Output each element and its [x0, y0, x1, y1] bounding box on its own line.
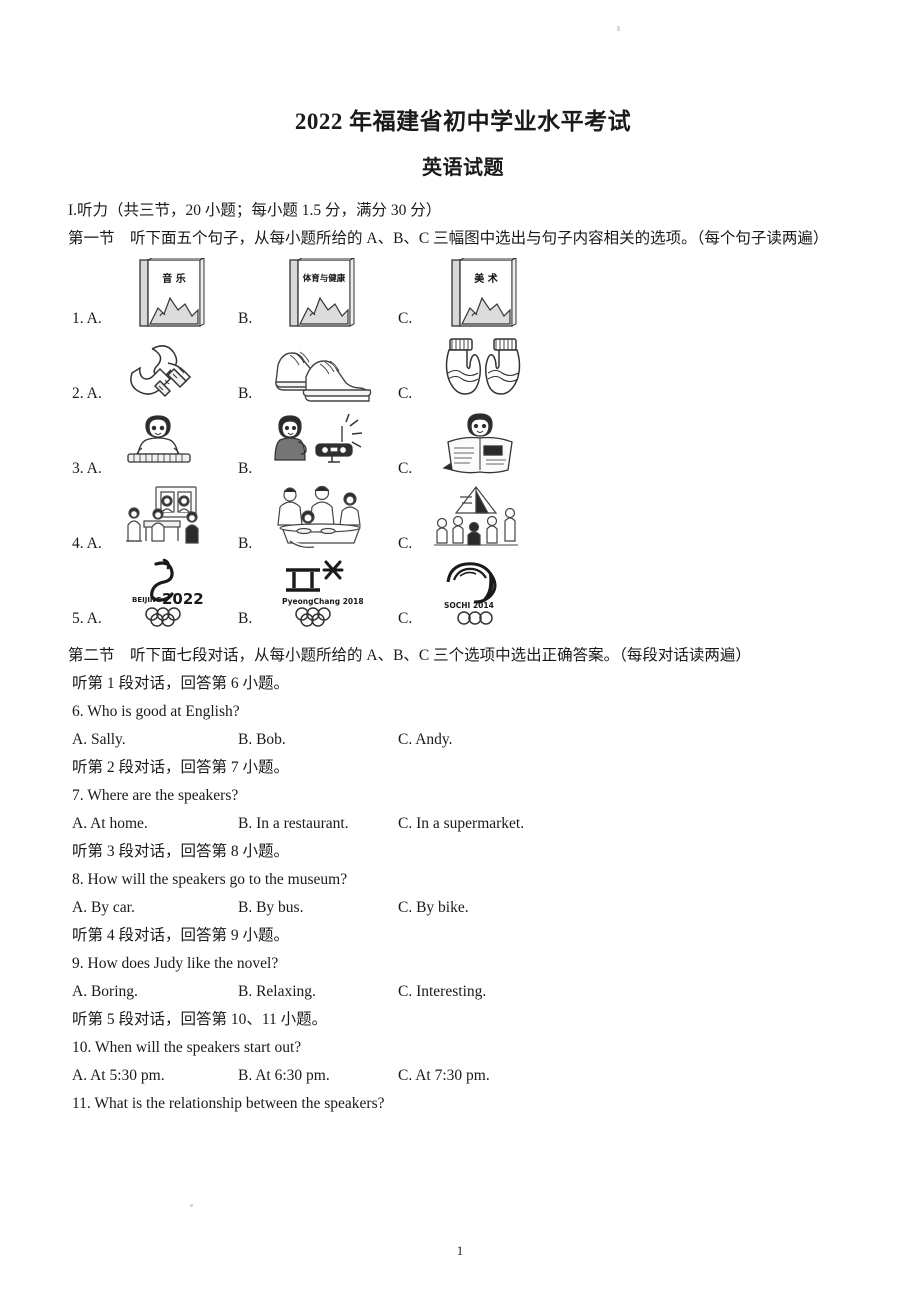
camping-image — [430, 483, 540, 555]
boy-playing-keyboard-image — [118, 408, 228, 480]
svg-text:体育与健康: 体育与健康 — [303, 273, 346, 284]
family-at-home-image — [118, 483, 228, 555]
option-label-4c: C. — [398, 534, 413, 552]
option-8c[interactable]: C. By bike. — [398, 894, 469, 922]
picture-question-2: 2. A. B. C. — [68, 330, 858, 405]
listen-lead-4: 听第 4 段对话，回答第 9 小题。 — [72, 926, 290, 944]
picture-question-5: 5. A. B. C. BEIJING 2022 PyeongChang 201… — [68, 555, 858, 630]
option-label-4a: 4. A. — [72, 534, 102, 552]
sneakers-image — [268, 333, 378, 405]
option-8b[interactable]: B. By bus. — [238, 894, 303, 922]
svg-text:PyeongChang 2018: PyeongChang 2018 — [282, 597, 364, 606]
picture-question-1: 1. A. B. C. 音 乐 体育与健康 美 术 — [68, 253, 858, 330]
option-label-1a: 1. A. — [72, 309, 102, 327]
option-9b[interactable]: B. Relaxing. — [238, 978, 316, 1006]
option-8a[interactable]: A. By car. — [72, 894, 135, 922]
svg-text:SOCHI 2014: SOCHI 2014 — [444, 601, 494, 610]
options-question-8: A. By car. B. By bus. C. By bike. — [68, 894, 858, 922]
boy-reading-newspaper-image — [430, 408, 540, 480]
options-question-10: A. At 5:30 pm. B. At 6:30 pm. C. At 7:30… — [68, 1062, 858, 1090]
question-6: 6. Who is good at English? — [72, 702, 240, 720]
option-9a[interactable]: A. Boring. — [72, 978, 138, 1006]
art-textbook-image: 美 术 — [430, 257, 540, 330]
scan-artifact-bottom — [190, 1204, 193, 1207]
family-dining-image — [268, 483, 378, 555]
page-number: 1 — [456, 1243, 464, 1258]
picture-question-4: 4. A. B. C. — [68, 480, 858, 555]
option-label-5a: 5. A. — [72, 609, 102, 627]
svg-text:音 乐: 音 乐 — [162, 272, 185, 285]
picture-question-3: 3. A. B. C. — [68, 405, 858, 480]
option-label-4b: B. — [238, 534, 253, 552]
option-9c[interactable]: C. Interesting. — [398, 978, 486, 1006]
svg-text:美 术: 美 术 — [474, 272, 497, 285]
option-7a[interactable]: A. At home. — [72, 810, 148, 838]
options-question-7: A. At home. B. In a restaurant. C. In a … — [68, 810, 858, 838]
options-question-9: A. Boring. B. Relaxing. C. Interesting. — [68, 978, 858, 1006]
page-subtitle: 英语试题 — [422, 156, 504, 179]
option-label-2b: B. — [238, 384, 253, 402]
option-6c[interactable]: C. Andy. — [398, 726, 453, 754]
option-6b[interactable]: B. Bob. — [238, 726, 286, 754]
page-content: 2022 年福建省初中学业水平考试 英语试题 I.听力（共三节，20 小题；每小… — [68, 0, 858, 1118]
option-label-1b: B. — [238, 309, 253, 327]
pyeongchang-2018-emblem-image: PyeongChang 2018 — [268, 558, 378, 630]
boy-listening-to-radio-image — [268, 408, 378, 480]
listen-lead-1: 听第 1 段对话，回答第 6 小题。 — [72, 674, 290, 692]
mittens-image — [430, 333, 540, 405]
music-textbook-image: 音 乐 — [118, 257, 228, 330]
pe-health-textbook-image: 体育与健康 — [268, 257, 378, 330]
listen-lead-3: 听第 3 段对话，回答第 8 小题。 — [72, 842, 290, 860]
section-one-heading: 第一节 听下面五个句子，从每小题所给的 A、B、C 三幅图中选出与句子内容相关的… — [68, 229, 829, 247]
option-label-3b: B. — [238, 459, 253, 477]
question-10: 10. When will the speakers start out? — [72, 1038, 302, 1056]
option-10a[interactable]: A. At 5:30 pm. — [72, 1062, 165, 1090]
svg-text:2022: 2022 — [162, 590, 204, 608]
listening-part-heading: I.听力（共三节，20 小题；每小题 1.5 分，满分 30 分） — [68, 201, 442, 219]
question-8: 8. How will the speakers go to the museu… — [72, 870, 348, 888]
option-label-5c: C. — [398, 609, 413, 627]
question-11: 11. What is the relationship between the… — [72, 1094, 385, 1112]
listen-lead-5: 听第 5 段对话，回答第 10、11 小题。 — [72, 1010, 328, 1028]
option-10c[interactable]: C. At 7:30 pm. — [398, 1062, 490, 1090]
option-label-1c: C. — [398, 309, 413, 327]
listen-lead-2: 听第 2 段对话，回答第 7 小题。 — [72, 758, 290, 776]
option-label-5b: B. — [238, 609, 253, 627]
option-label-3c: C. — [398, 459, 413, 477]
option-label-3a: 3. A. — [72, 459, 102, 477]
socks-image — [118, 333, 228, 405]
option-label-2c: C. — [398, 384, 413, 402]
question-7: 7. Where are the speakers? — [72, 786, 239, 804]
svg-text:BEIJING: BEIJING — [132, 596, 162, 604]
option-10b[interactable]: B. At 6:30 pm. — [238, 1062, 330, 1090]
sochi-2014-emblem-image: SOCHI 2014 — [430, 558, 540, 630]
beijing-2022-emblem-image: BEIJING 2022 — [118, 558, 228, 630]
option-7b[interactable]: B. In a restaurant. — [238, 810, 349, 838]
option-7c[interactable]: C. In a supermarket. — [398, 810, 524, 838]
option-label-2a: 2. A. — [72, 384, 102, 402]
exam-paper-page: 2022 年福建省初中学业水平考试 英语试题 I.听力（共三节，20 小题；每小… — [0, 0, 920, 1302]
options-question-6: A. Sally. B. Bob. C. Andy. — [68, 726, 858, 754]
section-two-heading: 第二节 听下面七段对话，从每小题所给的 A、B、C 三个选项中选出正确答案。（每… — [68, 646, 751, 664]
option-6a[interactable]: A. Sally. — [72, 726, 126, 754]
page-title: 2022 年福建省初中学业水平考试 — [294, 109, 632, 134]
question-9: 9. How does Judy like the novel? — [72, 954, 279, 972]
